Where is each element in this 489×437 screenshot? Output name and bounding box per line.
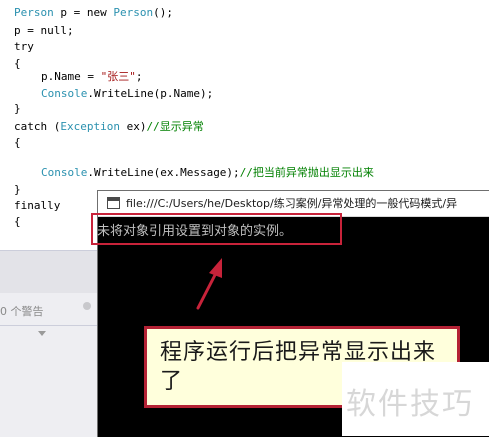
code-line-3: try <box>14 40 34 53</box>
code-line-5: p.Name = "张三"; <box>41 70 143 83</box>
code-line-8: catch (Exception ex)//显示异常 <box>14 120 204 133</box>
output-highlight-box <box>91 213 342 245</box>
error-list-panel: 0 个警告 <box>0 250 100 437</box>
warnings-count-label[interactable]: 0 个警告 <box>0 303 44 319</box>
code-line-14: { <box>14 215 21 228</box>
chevron-down-icon[interactable] <box>38 331 46 336</box>
console-app-icon <box>107 197 120 209</box>
panel-divider <box>0 325 100 326</box>
console-title: file:///C:/Users/he/Desktop/练习案例/异常处理的一般… <box>126 197 458 210</box>
code-line-1: Person p = new Person(); <box>14 6 173 19</box>
code-line-7: } <box>14 102 21 115</box>
pin-icon[interactable] <box>83 302 91 310</box>
code-line-13: finally <box>14 199 61 212</box>
watermark-text: 软件技巧 <box>346 387 474 422</box>
code-line-6: Console.WriteLine(p.Name); <box>41 87 214 100</box>
code-line-9: { <box>14 136 21 149</box>
code-line-11: Console.WriteLine(ex.Message);//把当前异常抛出显… <box>41 166 374 179</box>
panel-header-strip <box>0 251 100 293</box>
